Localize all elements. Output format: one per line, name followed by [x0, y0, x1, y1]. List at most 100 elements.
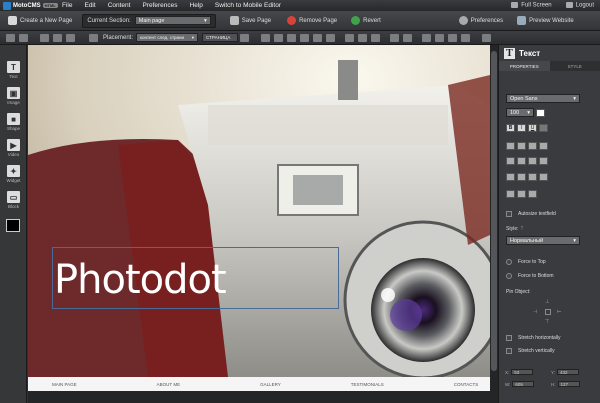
settings-icon[interactable] — [482, 33, 492, 42]
force-bottom-button[interactable]: Force to Bottom — [506, 273, 554, 279]
menu-preferences[interactable]: Preferences — [142, 2, 177, 9]
menu-help[interactable]: Help — [190, 2, 203, 9]
redo-icon[interactable] — [19, 33, 28, 42]
h-input[interactable]: 127 — [557, 381, 580, 387]
distribute-v-icon[interactable] — [358, 33, 368, 42]
pin-right-icon[interactable]: ⊢ — [557, 309, 561, 315]
logout-button[interactable]: Logout — [565, 2, 594, 9]
text-size-down-icon[interactable] — [517, 190, 526, 198]
font-family-select[interactable]: Open Sans ▾ — [506, 94, 580, 103]
bold-button[interactable]: B — [506, 124, 515, 132]
stretch-v-row[interactable]: Stretch vertically — [506, 348, 555, 354]
stretch-h-row[interactable]: Stretch horizontally — [506, 335, 561, 341]
text-effect-icon[interactable] — [528, 190, 537, 198]
align-center-icon[interactable] — [274, 33, 284, 42]
nav-gallery[interactable]: GALLERY — [260, 382, 281, 387]
strike-button[interactable] — [539, 124, 548, 132]
lock-icon[interactable] — [390, 33, 400, 42]
nav-testimonials[interactable]: TESTIMONIALS — [351, 382, 384, 387]
letter-spacing-icon[interactable] — [517, 173, 526, 181]
vertical-scrollbar[interactable] — [490, 45, 498, 403]
style-select[interactable]: Нормальный ▾ — [506, 236, 580, 245]
font-color-swatch[interactable] — [536, 108, 545, 117]
stretch-h-checkbox[interactable] — [506, 335, 512, 341]
page-select[interactable]: СТРАНИЦА — [202, 33, 239, 42]
distribute-h-icon[interactable] — [345, 33, 355, 42]
align-bottom-icon[interactable] — [326, 33, 336, 42]
text-size-up-icon[interactable] — [506, 190, 515, 198]
tool-image[interactable]: ▣ Image — [0, 83, 27, 109]
copy-icon[interactable] — [53, 33, 62, 42]
align-right-icon[interactable] — [287, 33, 297, 42]
force-top-button[interactable]: Force to Top — [506, 259, 546, 265]
font-size-select[interactable]: 100 ▾ — [506, 108, 534, 117]
page-canvas[interactable]: Photodot — [28, 45, 490, 377]
pin-top-icon[interactable]: ⊥ — [545, 299, 549, 305]
bring-front-icon[interactable] — [371, 33, 381, 42]
align-right-icon[interactable] — [528, 142, 537, 150]
align-left-icon[interactable] — [506, 142, 515, 150]
tool-widget[interactable]: ✦ Widget — [0, 161, 27, 187]
cut-icon[interactable] — [40, 33, 49, 42]
pin-grid[interactable]: ⊥ ⊣ ⊢ ⊤ — [531, 299, 565, 327]
spacing-down-icon[interactable] — [539, 173, 548, 181]
align-justify-icon[interactable] — [539, 142, 548, 150]
placement-select[interactable]: контент след. страни ▾ — [136, 33, 199, 42]
preview-button[interactable]: Preview Website — [517, 16, 574, 25]
scroll-thumb[interactable] — [491, 51, 497, 371]
outdent-icon[interactable] — [517, 157, 526, 165]
preferences-button[interactable]: Preferences — [458, 16, 503, 25]
spacing-up-icon[interactable] — [528, 173, 537, 181]
tool-shape[interactable]: ■ Shape — [0, 109, 27, 135]
revert-button[interactable]: Revert — [351, 16, 381, 25]
create-page-button[interactable]: Create a New Page — [8, 16, 72, 25]
tool-block[interactable]: ▭ Block — [0, 187, 27, 213]
layer-down-icon[interactable] — [435, 33, 445, 42]
menu-content[interactable]: Content — [108, 2, 131, 9]
save-page-label: Save Page — [241, 17, 272, 24]
layer-bottom-icon[interactable] — [461, 33, 471, 42]
undo-icon[interactable] — [6, 33, 15, 42]
x-input[interactable]: 53 — [511, 369, 534, 375]
tab-properties[interactable]: PROPERTIES — [499, 61, 550, 71]
indent-icon[interactable] — [506, 157, 515, 165]
menu-file[interactable]: File — [62, 2, 72, 9]
stretch-v-checkbox[interactable] — [506, 348, 512, 354]
pin-center-icon[interactable] — [545, 309, 551, 315]
pin-bottom-icon[interactable]: ⊤ — [545, 319, 549, 325]
menu-edit[interactable]: Edit — [84, 2, 95, 9]
color-swatch[interactable] — [6, 219, 20, 232]
align-center-icon[interactable] — [517, 142, 526, 150]
horizontal-scrollbar[interactable] — [28, 391, 490, 403]
layer-top-icon[interactable] — [448, 33, 458, 42]
autosize-row[interactable]: Autosize textfield — [506, 211, 556, 217]
menu-switch-mobile[interactable]: Switch to Mobile Editor — [215, 2, 281, 9]
w-input[interactable]: 605 — [512, 381, 535, 387]
nav-contacts[interactable]: CONTACTS — [454, 382, 478, 387]
full-screen-button[interactable]: Full Screen — [511, 2, 552, 9]
tool-video[interactable]: ▶ Video — [0, 135, 27, 161]
paste-icon[interactable] — [66, 33, 75, 42]
link-icon[interactable] — [240, 33, 250, 42]
italic-button[interactable]: I — [517, 124, 526, 132]
current-section-select[interactable]: Main page ▾ — [134, 16, 211, 25]
headline-text[interactable]: Photodot — [54, 257, 227, 303]
underline-button[interactable]: U — [528, 124, 537, 132]
delete-icon[interactable] — [403, 33, 413, 42]
autosize-checkbox[interactable] — [506, 211, 512, 217]
nav-main-page[interactable]: MAIN PAGE — [52, 382, 77, 387]
remove-page-button[interactable]: Remove Page — [287, 16, 337, 25]
save-page-button[interactable]: Save Page — [229, 16, 272, 25]
list-icon[interactable] — [528, 157, 537, 165]
layer-up-icon[interactable] — [422, 33, 432, 42]
tab-style[interactable]: STYLE — [549, 61, 600, 71]
nav-about-me[interactable]: ABOUT ME — [157, 382, 180, 387]
align-top-icon[interactable] — [300, 33, 310, 42]
numbered-list-icon[interactable] — [539, 157, 548, 165]
pin-left-icon[interactable]: ⊣ — [533, 309, 537, 315]
line-height-icon[interactable] — [506, 173, 515, 181]
y-input[interactable]: 432 — [557, 369, 580, 375]
tool-text[interactable]: T Text — [0, 57, 27, 83]
align-left-icon[interactable] — [261, 33, 271, 42]
align-middle-icon[interactable] — [313, 33, 323, 42]
